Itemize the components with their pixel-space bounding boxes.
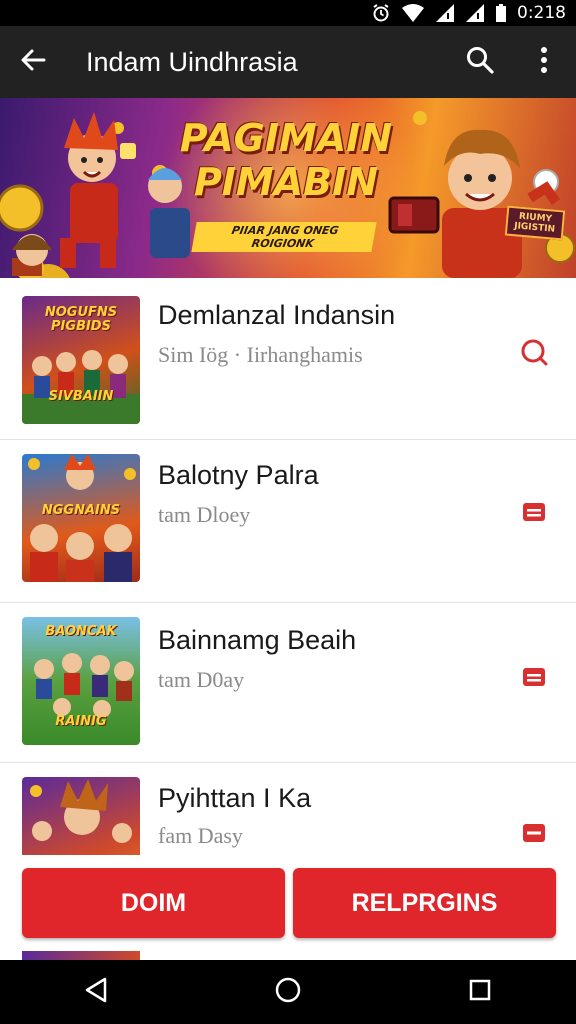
- banner-title-line2: PIMABIN: [193, 160, 379, 204]
- item-meta: tam D0ay: [158, 667, 245, 692]
- signal-icon-2: [465, 3, 485, 23]
- list-item[interactable]: BAONCAK RAINIG Bainnamg Beaih tam D0ay: [0, 603, 576, 763]
- banner-subtitle: PIIAR JANG ONEG ROIGIONK: [191, 222, 377, 252]
- thumbnail-title: NOGUFNS PIGBIDS: [44, 305, 118, 334]
- item-store-button[interactable]: [518, 663, 550, 695]
- system-nav-bar: [0, 960, 576, 1024]
- banner-character-right: [388, 111, 575, 278]
- item-meta: Sim Iög · Iirhanghamis: [158, 342, 363, 367]
- item-name: Demlanzal Indansin: [158, 300, 396, 330]
- item-name: Bainnamg Beaih: [158, 625, 357, 655]
- arrow-left-icon: [19, 46, 47, 79]
- back-button[interactable]: [0, 26, 66, 98]
- wifi-icon: [401, 3, 425, 23]
- thumbnail-subtitle: RAINIG: [55, 714, 107, 729]
- next-item-thumbnail-peek: [22, 951, 140, 960]
- signal-icon: [435, 3, 455, 23]
- status-time: 0:218: [517, 3, 566, 23]
- item-search-button[interactable]: [518, 338, 550, 370]
- banner-title: PAGIMAIN PIMABIN: [176, 116, 396, 204]
- item-meta: fam Dasy: [158, 823, 243, 848]
- banner-sign: RIUMY JIGISTIN: [504, 205, 566, 241]
- store-icon: [521, 499, 547, 530]
- alarm-icon: [371, 3, 391, 23]
- thumbnail-title: BAONCAK: [45, 624, 117, 639]
- search-button[interactable]: [448, 26, 512, 98]
- item-store-button[interactable]: [518, 819, 550, 851]
- nav-home-button[interactable]: [248, 960, 328, 1024]
- store-icon: [521, 664, 547, 695]
- status-bar: 0:218: [0, 0, 576, 26]
- overflow-menu-button[interactable]: [512, 26, 576, 98]
- nav-recents-button[interactable]: [440, 960, 520, 1024]
- game-thumbnail: NOGUFNS PIGBIDS SIVBAIIN: [22, 296, 140, 424]
- game-thumbnail: BAONCAK RAINIG: [22, 617, 140, 745]
- circle-home-icon: [274, 976, 302, 1009]
- item-name: Balotny Palra: [158, 460, 319, 490]
- list-item[interactable]: NOGUFNS PIGBIDS SIVBAIIN Demlanzal Indan…: [0, 278, 576, 440]
- thumbnail-subtitle: SIVBAIIN: [48, 389, 114, 404]
- action-button-row: DOIM RELPRGINS: [22, 868, 556, 938]
- nav-back-button[interactable]: [56, 960, 136, 1024]
- more-vert-icon: [540, 46, 548, 79]
- item-store-button[interactable]: [518, 498, 550, 530]
- game-thumbnail: NGGNAINS: [22, 454, 140, 582]
- store-icon: [521, 820, 547, 851]
- app-bar: Indam Uindhrasia: [0, 26, 576, 98]
- promo-banner[interactable]: PAGIMAIN PIMABIN PIIAR JANG ONEG ROIGION…: [0, 98, 576, 278]
- page-title: Indam Uindhrasia: [86, 46, 298, 77]
- item-name: Pyihttan I Ka: [158, 783, 312, 813]
- battery-icon: [495, 3, 507, 23]
- square-recents-icon: [468, 978, 492, 1007]
- banner-title-line1: PAGIMAIN: [179, 116, 393, 160]
- right-action-button[interactable]: RELPRGINS: [293, 868, 556, 938]
- left-action-button[interactable]: DOIM: [22, 868, 285, 938]
- thumbnail-title: NGGNAINS: [41, 503, 121, 518]
- search-icon: [465, 45, 495, 80]
- banner-characters-left: [0, 112, 190, 278]
- triangle-back-icon: [83, 976, 109, 1009]
- list-item[interactable]: NGGNAINS Balotny Palra tam Dloey: [0, 440, 576, 603]
- search-icon: [519, 337, 549, 372]
- item-meta: tam Dloey: [158, 502, 251, 527]
